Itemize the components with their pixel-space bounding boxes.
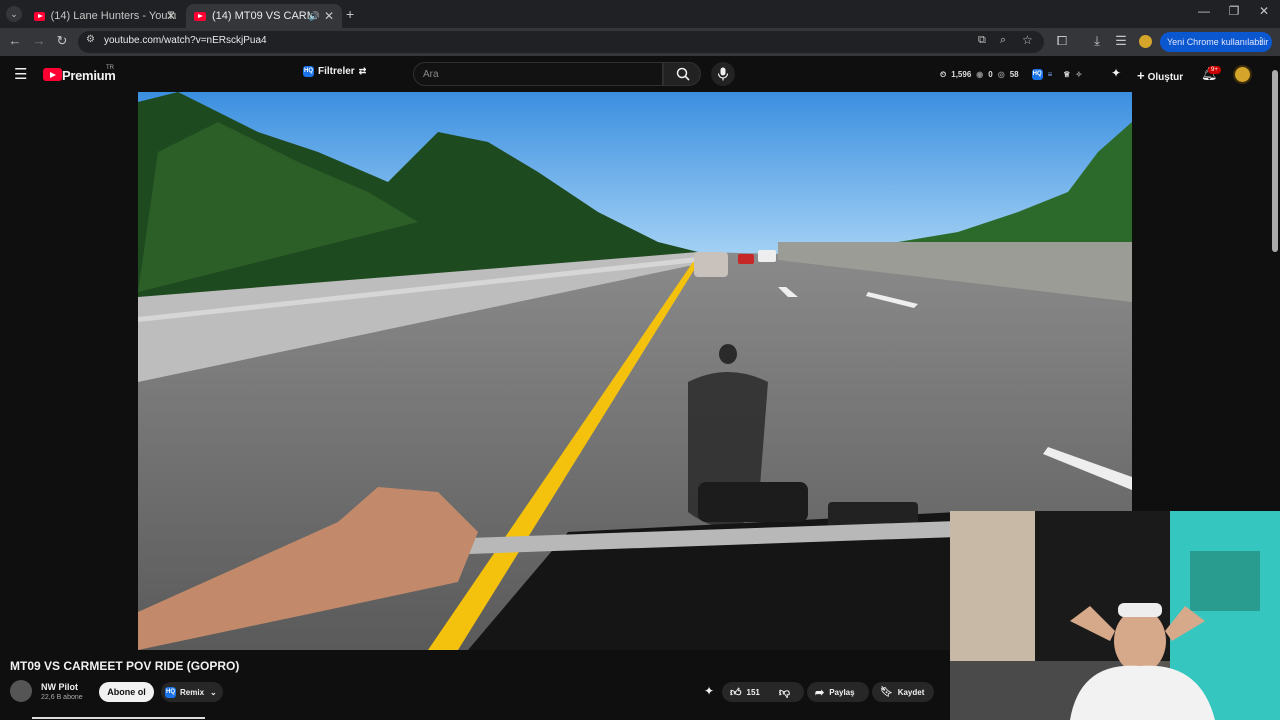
subscriber-count: 22,6 B abone — [41, 694, 83, 701]
tab-mt09-video[interactable]: (14) MT09 VS CARMEET PO 🔊 ✕ — [186, 4, 342, 28]
eye-icon: ◉ — [976, 70, 984, 79]
hq-icon: HQ — [303, 66, 314, 77]
youtube-masthead: ☰ Premium TR HQ Filtreler ⇄ ⏲ 1,596 ◉ 0 … — [0, 56, 1280, 92]
dislike-button[interactable]: 👎︎ — [779, 686, 790, 699]
more-menu-icon[interactable]: ⋮ — [1256, 32, 1266, 52]
tab-search-button[interactable]: ⌄ — [6, 6, 22, 22]
plus-icon: + — [1137, 68, 1145, 83]
browser-toolbar: ← → ↻ ⚙ youtube.com/watch?v=nERsckjPua4 … — [0, 28, 1280, 56]
audio-playing-icon[interactable]: 🔊 — [309, 11, 320, 22]
subscribe-button[interactable]: Abone ol — [99, 682, 154, 702]
reading-list-icon[interactable]: ☰ — [1112, 33, 1130, 49]
microphone-icon — [717, 67, 729, 81]
comment-icon: ◎ — [997, 70, 1005, 79]
search-icon — [676, 67, 690, 81]
remix-button[interactable]: HQ Remix ⌄ — [161, 682, 223, 702]
hq-extension-icon[interactable]: HQ — [1031, 69, 1043, 80]
hamburger-menu-icon[interactable]: ☰ — [14, 65, 27, 83]
webcam-overlay — [950, 511, 1280, 720]
trophy-icon[interactable]: ♕ — [1063, 70, 1070, 79]
create-button[interactable]: + Oluştur — [1137, 68, 1183, 83]
chevron-down-icon: ⌄ — [210, 687, 217, 697]
extensions-icon[interactable]: ⧠ — [1053, 33, 1071, 49]
share-icon: ➦ — [815, 686, 825, 699]
chrome-update-button[interactable]: Yeni Chrome kullanılabilir ⋮ — [1160, 32, 1272, 52]
page-scrollbar-thumb[interactable] — [1272, 70, 1278, 252]
youtube-favicon-icon — [194, 11, 206, 21]
back-arrow-icon[interactable]: ← — [6, 33, 24, 48]
share-button[interactable]: ➦ Paylaş — [807, 682, 869, 702]
sparkle-icon[interactable]: ✧ — [1075, 70, 1082, 79]
tab-lane-hunters[interactable]: (14) Lane Hunters - YouTube ✕ — [26, 4, 184, 28]
hq-icon: HQ — [165, 686, 176, 698]
video-stats-bar: ⏲ 1,596 ◉ 0 ◎ 58 HQ ≡ ♕ ✧ — [940, 69, 1082, 80]
clock-icon: ⏲ — [940, 69, 947, 79]
zoom-icon[interactable]: ⌕ — [1000, 34, 1006, 47]
filter-sliders-icon: ⇄ — [358, 66, 367, 76]
restore-window-button[interactable]: ❐ — [1219, 4, 1249, 18]
install-app-icon[interactable]: ⧉ — [978, 34, 986, 47]
downloads-icon[interactable]: ⤓ — [1088, 33, 1106, 49]
youtube-logo-icon[interactable] — [43, 68, 62, 81]
browser-tab-strip: ⌄ (14) Lane Hunters - YouTube ✕ (14) MT0… — [0, 0, 1280, 28]
list-icon[interactable]: ≡ — [1048, 70, 1053, 79]
search-button[interactable] — [663, 62, 701, 86]
country-code: TR — [106, 65, 114, 71]
site-info-icon[interactable]: ⚙ — [86, 34, 95, 45]
url-text[interactable]: youtube.com/watch?v=nERsckjPua4 — [104, 35, 267, 46]
like-dislike-group: 👍︎ 151 👎︎ — [722, 682, 804, 702]
search-input[interactable] — [413, 62, 663, 86]
close-tab-icon[interactable]: ✕ — [166, 9, 176, 23]
thumbs-up-icon: 👍︎ — [730, 686, 742, 699]
voice-search-button[interactable] — [711, 62, 735, 86]
save-button[interactable]: 🔖︎ Kaydet — [872, 682, 934, 702]
like-button[interactable]: 👍︎ 151 — [730, 686, 760, 699]
notification-count-badge: 9+ — [1208, 66, 1221, 74]
thumbs-down-icon: 👎︎ — [778, 686, 791, 699]
user-avatar[interactable] — [1233, 65, 1252, 84]
channel-avatar[interactable] — [10, 680, 32, 702]
webcam-frame — [950, 511, 1280, 720]
ai-extension-icon[interactable]: ✦ — [1111, 66, 1121, 80]
close-tab-icon[interactable]: ✕ — [324, 9, 334, 23]
bookmark-star-icon[interactable]: ☆ — [1022, 33, 1033, 47]
profile-icon[interactable] — [1139, 35, 1152, 48]
stat-comments: 58 — [1009, 70, 1019, 79]
new-tab-button[interactable]: + — [346, 6, 354, 22]
stat-views: 1,596 — [951, 70, 972, 79]
filters-button[interactable]: HQ Filtreler ⇄ — [303, 66, 366, 77]
close-window-button[interactable]: ✕ — [1249, 4, 1279, 18]
reload-icon[interactable]: ↻ — [53, 33, 71, 49]
forward-arrow-icon[interactable]: → — [30, 33, 48, 48]
watch-progress-bar — [32, 717, 224, 719]
minimize-window-button[interactable]: — — [1189, 4, 1219, 18]
address-bar[interactable]: ⚙ youtube.com/watch?v=nERsckjPua4 ⧉ ⌕ ☆ — [78, 31, 1044, 53]
stat-likes: 0 — [988, 70, 993, 79]
youtube-favicon-icon — [34, 11, 45, 21]
video-title: MT09 VS CARMEET POV RIDE (GOPRO) — [10, 659, 240, 673]
channel-name[interactable]: NW Pilot — [41, 682, 78, 692]
ai-summary-icon[interactable]: ✦ — [704, 684, 714, 698]
bookmark-icon: 🔖︎ — [880, 686, 893, 698]
